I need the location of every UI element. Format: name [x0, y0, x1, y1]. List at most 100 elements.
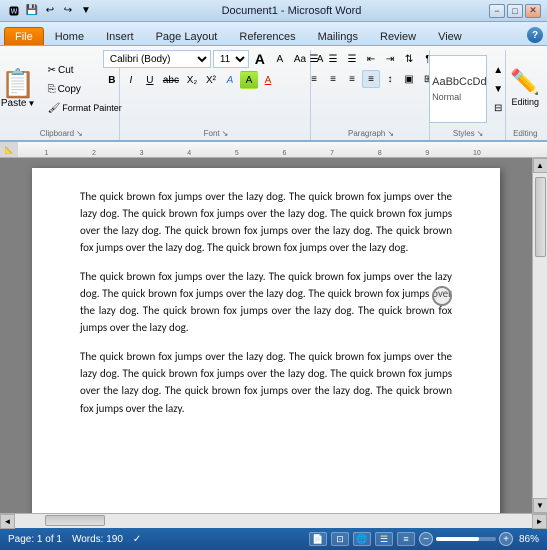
- numbering-button[interactable]: ☰: [324, 50, 342, 68]
- close-button[interactable]: ✕: [525, 4, 541, 18]
- grow-font-button[interactable]: A: [251, 50, 269, 68]
- zoom-percent: 86%: [519, 534, 539, 545]
- font-group: Calibri (Body) 11 A A Aa A B I U abc X₂ …: [122, 50, 312, 140]
- bullets-button[interactable]: ☰: [305, 50, 323, 68]
- paste-icon: 📋: [1, 70, 36, 98]
- zoom-in-button[interactable]: +: [499, 532, 513, 546]
- ruler-marks: 1 2 3 4 5 6 7 8 9 10: [18, 142, 547, 157]
- undo-quick-btn[interactable]: ↩: [42, 3, 58, 19]
- styles-more-button[interactable]: ⊟: [489, 99, 507, 117]
- justify-button[interactable]: ≡: [362, 70, 380, 88]
- italic-button[interactable]: I: [122, 71, 140, 89]
- document-page[interactable]: The quick brown fox jumps over the lazy …: [32, 168, 500, 513]
- save-quick-btn[interactable]: 💾: [24, 3, 40, 19]
- paragraph-2[interactable]: The quick brown fox jumps over the lazy.…: [80, 268, 452, 336]
- ruler-body[interactable]: 1 2 3 4 5 6 7 8 9 10: [18, 142, 547, 157]
- clipboard-expand-icon[interactable]: ↘: [76, 129, 83, 138]
- styles-scroll-down[interactable]: ▼: [489, 80, 507, 98]
- quick-access-dropdown[interactable]: ▼: [78, 3, 94, 19]
- text-effects-button[interactable]: A: [221, 71, 239, 89]
- font-format-row: B I U abc X₂ X² A A A: [103, 71, 277, 89]
- scroll-thumb[interactable]: [535, 177, 546, 257]
- editing-icon: ✏️: [510, 71, 540, 95]
- scroll-up-arrow[interactable]: ▲: [533, 158, 547, 173]
- view-outline-icon[interactable]: ☰: [375, 532, 393, 546]
- maximize-button[interactable]: □: [507, 4, 523, 18]
- shading-button[interactable]: ▣: [400, 70, 418, 88]
- tab-file[interactable]: File: [4, 27, 44, 45]
- tab-insert[interactable]: Insert: [95, 27, 145, 45]
- paste-dropdown-arrow[interactable]: ▼: [27, 99, 35, 108]
- ruler-left-corner[interactable]: 📐: [0, 142, 18, 157]
- normal-style-label: Normal: [432, 92, 484, 102]
- scroll-track[interactable]: [533, 173, 547, 498]
- zoom-slider[interactable]: [436, 537, 496, 541]
- ribbon-body: 📋 Paste ▼ ✂Cut ⎘Copy 🖌Format Painter Cli…: [0, 46, 547, 142]
- decrease-indent-button[interactable]: ⇤: [362, 50, 380, 68]
- clipboard-label: Clipboard ↘: [10, 129, 113, 138]
- redo-quick-btn[interactable]: ↪: [60, 3, 76, 19]
- paste-button[interactable]: 📋 Paste ▼: [0, 67, 41, 112]
- hover-indicator: [432, 286, 452, 306]
- align-left-button[interactable]: ≡: [305, 70, 323, 88]
- word-icon[interactable]: 🆆: [6, 3, 22, 19]
- document-view[interactable]: The quick brown fox jumps over the lazy …: [0, 158, 532, 513]
- underline-button[interactable]: U: [141, 71, 159, 89]
- tab-page-layout[interactable]: Page Layout: [145, 27, 229, 45]
- tab-references[interactable]: References: [228, 27, 306, 45]
- subscript-button[interactable]: X₂: [183, 71, 201, 89]
- line-spacing-button[interactable]: ↕: [381, 70, 399, 88]
- font-expand-icon[interactable]: ↘: [222, 129, 229, 138]
- view-web-layout-icon[interactable]: 🌐: [353, 532, 371, 546]
- strikethrough-button[interactable]: abc: [160, 71, 182, 89]
- font-color-button[interactable]: A: [259, 71, 277, 89]
- minimize-button[interactable]: −: [489, 4, 505, 18]
- paragraph-3[interactable]: The quick brown fox jumps over the lazy …: [80, 348, 452, 416]
- tab-home[interactable]: Home: [44, 27, 95, 45]
- paste-label: Paste: [1, 98, 27, 109]
- view-full-screen-icon[interactable]: ⊡: [331, 532, 349, 546]
- shrink-font-button[interactable]: A: [271, 50, 289, 68]
- normal-style-preview: AaBbCcDd: [432, 76, 484, 88]
- bold-button[interactable]: B: [103, 71, 121, 89]
- text-highlight-button[interactable]: A: [240, 71, 258, 89]
- zoom-out-button[interactable]: −: [419, 532, 433, 546]
- styles-gallery[interactable]: AaBbCcDd Normal: [429, 55, 487, 123]
- styles-expand-icon[interactable]: ↘: [477, 129, 484, 138]
- editing-content: ✏️ Editing: [510, 50, 540, 128]
- styles-nav: ▲ ▼ ⊟: [489, 61, 507, 117]
- scroll-h-thumb[interactable]: [45, 515, 105, 526]
- styles-scroll-up[interactable]: ▲: [489, 61, 507, 79]
- center-button[interactable]: ≡: [324, 70, 342, 88]
- scroll-down-arrow[interactable]: ▼: [533, 498, 547, 513]
- multilevel-button[interactable]: ☰: [343, 50, 361, 68]
- help-button[interactable]: ?: [527, 27, 543, 43]
- font-family-select[interactable]: Calibri (Body): [103, 50, 211, 68]
- tab-review[interactable]: Review: [369, 27, 427, 45]
- paragraph-row1: ☰ ☰ ☰ ⇤ ⇥ ⇅ ¶: [305, 50, 437, 68]
- align-right-button[interactable]: ≡: [343, 70, 361, 88]
- paragraph-expand-icon[interactable]: ↘: [387, 129, 394, 138]
- tab-view[interactable]: View: [427, 27, 473, 45]
- tab-mailings[interactable]: Mailings: [307, 27, 369, 45]
- paragraph-group: ☰ ☰ ☰ ⇤ ⇥ ⇅ ¶ ≡ ≡ ≡ ≡ ↕ ▣ ⊞ Paragraph ↘: [313, 50, 429, 140]
- scroll-h-track[interactable]: [15, 514, 532, 528]
- spell-check-icon[interactable]: ✓: [133, 534, 141, 545]
- copy-icon: ⎘: [48, 84, 56, 95]
- increase-indent-button[interactable]: ⇥: [381, 50, 399, 68]
- scroll-left-arrow[interactable]: ◄: [0, 514, 15, 529]
- superscript-button[interactable]: X²: [202, 71, 220, 89]
- status-left: Page: 1 of 1 Words: 190 ✓: [8, 534, 299, 545]
- view-draft-icon[interactable]: ≡: [397, 532, 415, 546]
- ribbon-tab-bar: File Home Insert Page Layout References …: [0, 22, 547, 46]
- scroll-right-arrow[interactable]: ►: [532, 514, 547, 529]
- font-content: Calibri (Body) 11 A A Aa A B I U abc X₂ …: [103, 50, 329, 128]
- status-right: 📄 ⊡ 🌐 ☰ ≡ − + 86%: [309, 532, 539, 546]
- font-size-select[interactable]: 11: [213, 50, 249, 68]
- content-area: The quick brown fox jumps over the lazy …: [0, 158, 547, 513]
- paragraph-1[interactable]: The quick brown fox jumps over the lazy …: [80, 188, 452, 256]
- view-print-layout-icon[interactable]: 📄: [309, 532, 327, 546]
- sort-button[interactable]: ⇅: [400, 50, 418, 68]
- paragraph-label: Paragraph ↘: [319, 129, 422, 138]
- window-controls: − □ ✕: [489, 4, 541, 18]
